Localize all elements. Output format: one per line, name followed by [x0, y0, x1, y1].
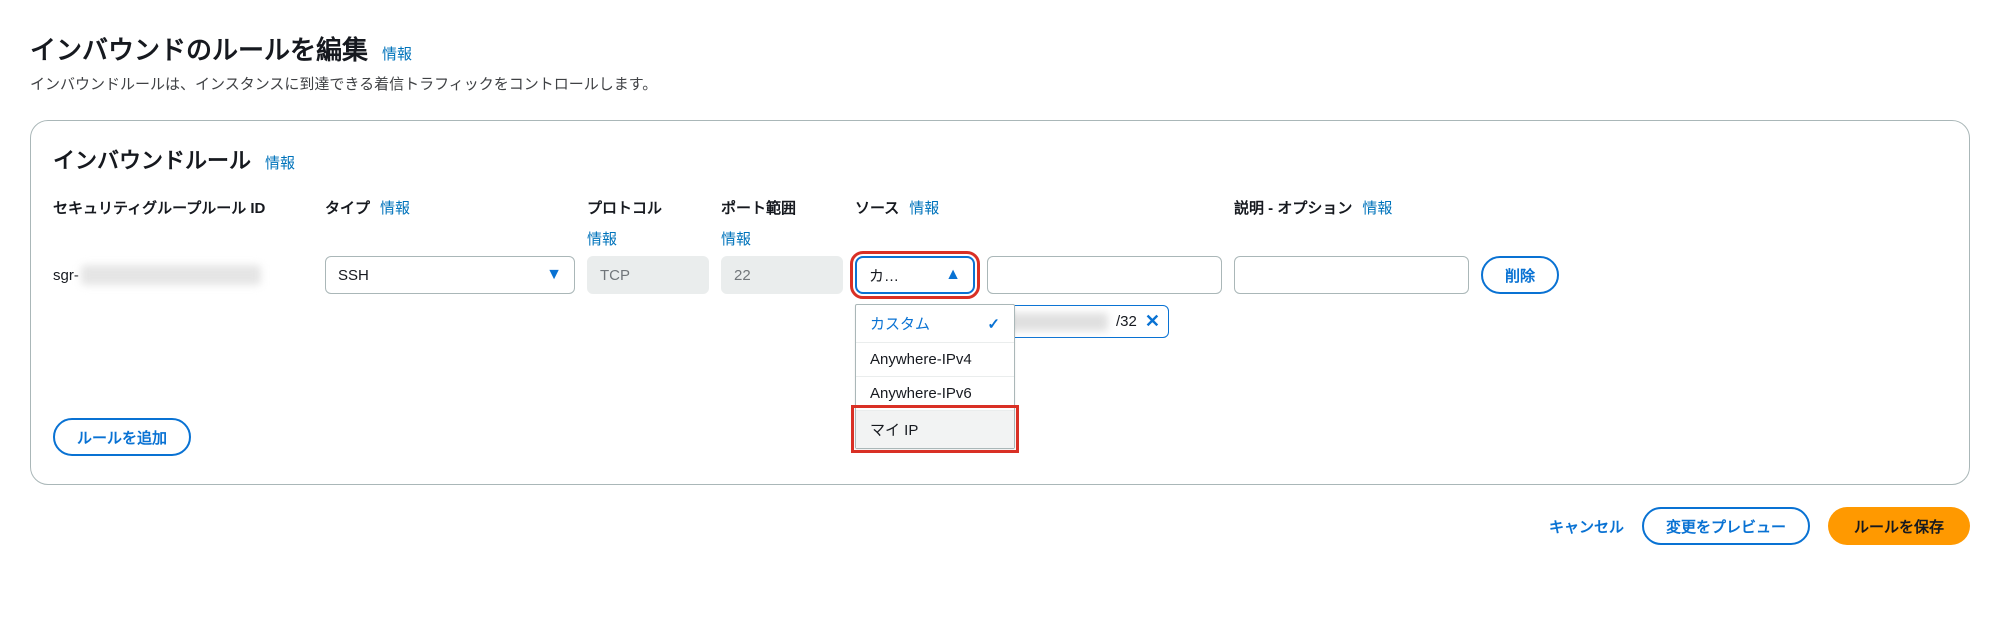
source-option-my-ip[interactable]: マイ IP [856, 410, 1014, 448]
info-link-description[interactable]: 情報 [1362, 197, 1392, 255]
col-label: ポート範囲 [721, 197, 843, 218]
source-search-input[interactable] [987, 256, 1222, 294]
cell-type: SSH ▼ [325, 255, 575, 295]
col-header-protocol: プロトコル 情報 [587, 197, 709, 255]
type-select-value: SSH [338, 267, 369, 284]
cidr-chip-row: /32 ✕ [987, 305, 1222, 338]
col-label: セキュリティグループルール ID [53, 197, 265, 255]
caret-down-icon: ▼ [546, 266, 562, 284]
panel-title: インバウンドルール [53, 143, 251, 175]
info-link-protocol[interactable]: 情報 [587, 228, 709, 249]
info-link-port[interactable]: 情報 [721, 228, 843, 249]
info-link-page[interactable]: 情報 [382, 43, 412, 64]
page-subtitle: インバウンドルールは、インスタンスに到達できる着信トラフィックをコントロールしま… [30, 73, 1970, 94]
source-dropdown: カスタム ✓ Anywhere-IPv4 Anywhere-IPv6 マイ IP [855, 304, 1015, 449]
sgr-id-redacted [81, 265, 261, 285]
cell-sg-rule-id: sgr- [53, 255, 313, 295]
save-rules-button[interactable]: ルールを保存 [1828, 507, 1970, 545]
source-select-value: カ… [869, 265, 899, 286]
col-header-description: 説明 - オプション 情報 [1234, 197, 1469, 255]
add-rule-button[interactable]: ルールを追加 [53, 418, 191, 456]
description-input[interactable] [1234, 256, 1469, 294]
cidr-suffix: /32 [1116, 313, 1137, 330]
source-option-anywhere-ipv6[interactable]: Anywhere-IPv6 [856, 376, 1014, 410]
info-link-panel[interactable]: 情報 [265, 152, 295, 173]
cell-delete: 削除 [1481, 255, 1947, 295]
option-label: マイ IP [870, 419, 918, 440]
info-link-type[interactable]: 情報 [380, 197, 410, 255]
col-label: ソース [855, 197, 899, 255]
delete-button[interactable]: 削除 [1481, 256, 1559, 294]
source-option-custom[interactable]: カスタム ✓ [856, 305, 1014, 342]
cell-protocol: TCP [587, 255, 709, 295]
info-link-source[interactable]: 情報 [909, 197, 939, 255]
port-field: 22 [721, 256, 843, 294]
source-option-anywhere-ipv4[interactable]: Anywhere-IPv4 [856, 342, 1014, 376]
preview-changes-button[interactable]: 変更をプレビュー [1642, 507, 1810, 545]
col-label: 説明 - オプション [1234, 197, 1352, 255]
source-select[interactable]: カ… ▲ [855, 256, 975, 294]
col-label: プロトコル [587, 197, 709, 218]
check-icon: ✓ [987, 315, 1000, 333]
option-label: Anywhere-IPv4 [870, 351, 972, 368]
col-header-sg-rule-id: セキュリティグループルール ID [53, 197, 313, 255]
cell-description [1234, 255, 1469, 295]
page-title: インバウンドのルールを編集 [30, 30, 368, 67]
col-label: タイプ [325, 197, 370, 255]
option-label: カスタム [870, 313, 930, 334]
protocol-field: TCP [587, 256, 709, 294]
col-header-type: タイプ 情報 [325, 197, 575, 255]
cell-source-select: カ… ▲ カスタム ✓ Anywhere-IPv4 Anywhere-IPv6 [855, 255, 975, 295]
col-header-source: ソース 情報 [855, 197, 1222, 255]
cell-port: 22 [721, 255, 843, 295]
col-header-port-range: ポート範囲 情報 [721, 197, 843, 255]
col-header-actions [1481, 197, 1947, 255]
protocol-value: TCP [600, 267, 630, 284]
caret-up-icon: ▲ [945, 266, 961, 284]
footer-actions: キャンセル 変更をプレビュー ルールを保存 [30, 507, 1970, 545]
type-select[interactable]: SSH ▼ [325, 256, 575, 294]
inbound-rules-panel: インバウンドルール 情報 セキュリティグループルール ID タイプ 情報 プロト… [30, 120, 1970, 485]
cancel-button[interactable]: キャンセル [1549, 516, 1624, 537]
option-label: Anywhere-IPv6 [870, 385, 972, 402]
port-value: 22 [734, 267, 751, 284]
cell-source-search [987, 255, 1222, 295]
sgr-prefix: sgr- [53, 267, 79, 284]
close-icon[interactable]: ✕ [1145, 311, 1160, 332]
